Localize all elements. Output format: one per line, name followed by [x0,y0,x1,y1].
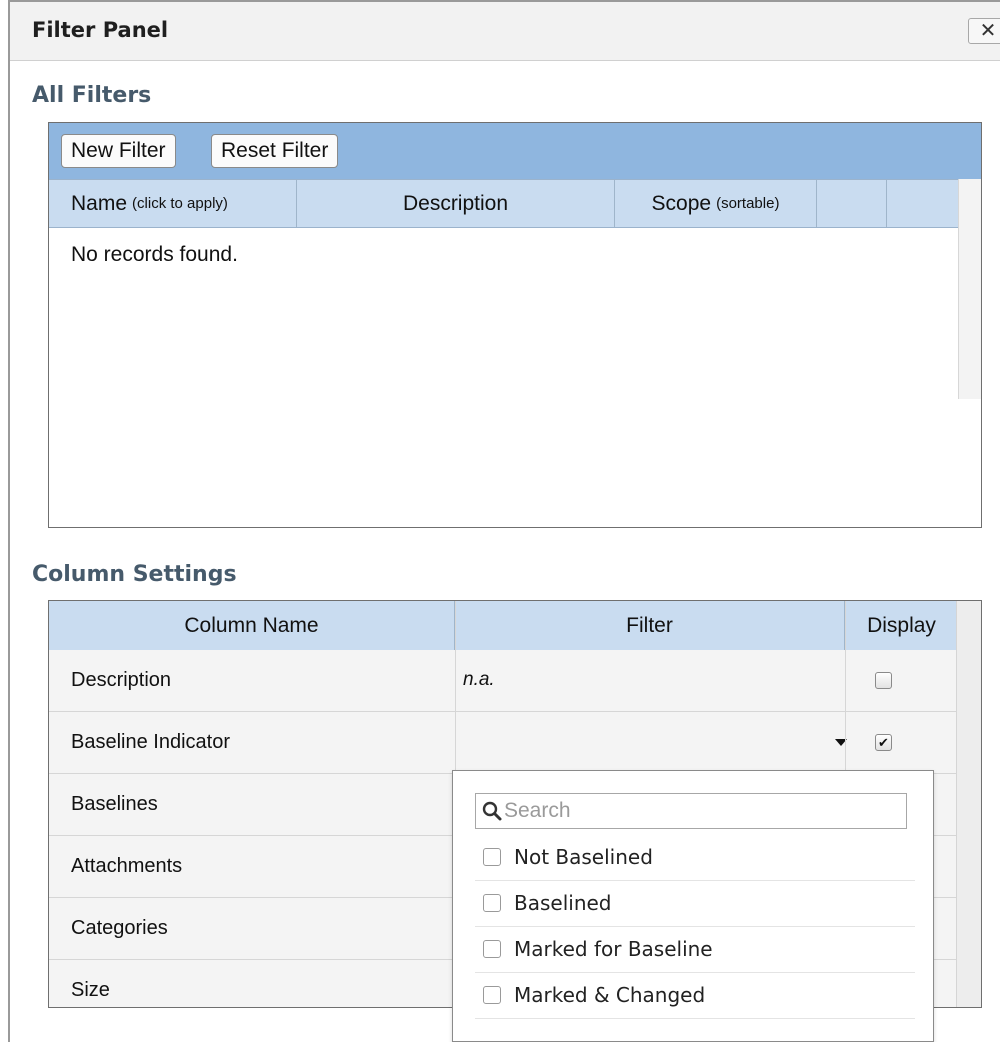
baseline-filter-dropdown: Not Baselined Baselined Marked for Basel… [452,770,934,1042]
column-filter-cell: n.a. [463,669,495,690]
baseline-filter-select[interactable] [455,712,847,772]
column-header-action-2 [887,180,959,227]
column-header-description[interactable]: Description [297,180,615,227]
column-name-cell: Categories [71,917,168,939]
dropdown-search-box [475,793,907,829]
column-row-baseline-indicator: Baseline Indicator ✔ [49,712,959,774]
column-header-column-name: Column Name [49,601,455,650]
option-baselined[interactable]: Baselined [475,881,915,927]
search-input[interactable] [504,796,894,826]
close-button[interactable]: ✕ [968,18,1000,44]
filters-header-row: Name (click to apply) Description Scope … [49,179,959,228]
column-header-name[interactable]: Name (click to apply) [49,180,297,227]
new-filter-button[interactable]: New Filter [61,134,176,168]
column-settings-heading: Column Settings [32,562,237,587]
column-header-description-label: Description [402,191,509,215]
filters-table: New Filter Reset Filter Name (click to a… [48,122,982,528]
column-name-cell: Description [71,669,172,691]
column-header-scope[interactable]: Scope (sortable) [615,180,817,227]
option-checkbox[interactable] [483,986,501,1004]
column-settings-scrollbar[interactable] [956,601,981,1007]
option-label: Marked for Baseline [514,937,713,961]
panel-title: Filter Panel [32,18,169,42]
column-name-cell: Baselines [71,793,158,815]
filters-toolbar: New Filter Reset Filter [49,123,981,179]
option-not-baselined[interactable]: Not Baselined [475,835,915,881]
column-header-name-note: (click to apply) [132,195,228,212]
column-name-cell: Baseline Indicator [71,731,230,753]
column-name-cell: Size [71,979,110,1001]
column-name-cell: Attachments [71,855,183,877]
column-row-description: Description n.a. [49,650,959,712]
option-marked-and-changed[interactable]: Marked & Changed [475,973,915,1019]
option-label: Baselined [514,891,612,915]
no-records-message: No records found. [71,243,238,266]
column-header-scope-label: Scope [651,191,712,215]
column-header-scope-note: (sortable) [716,195,780,212]
filters-scrollbar[interactable] [958,179,981,399]
option-checkbox[interactable] [483,940,501,958]
option-label: Marked & Changed [514,983,706,1007]
option-marked-for-baseline[interactable]: Marked for Baseline [475,927,915,973]
title-bar: Filter Panel ✕ [10,2,1000,61]
column-header-action-1 [817,180,887,227]
reset-filter-button[interactable]: Reset Filter [211,134,339,168]
close-icon: ✕ [979,18,997,42]
column-header-name-label: Name [71,191,128,215]
display-checkbox[interactable] [875,672,892,689]
column-settings-header-row: Column Name Filter Display [49,601,959,651]
option-checkbox[interactable] [483,848,501,866]
option-label: Not Baselined [514,845,653,869]
search-icon [482,801,502,821]
column-header-filter: Filter [455,601,845,650]
display-checkbox[interactable]: ✔ [875,734,892,751]
column-header-display: Display [845,601,959,650]
all-filters-heading: All Filters [32,83,152,108]
option-checkbox[interactable] [483,894,501,912]
